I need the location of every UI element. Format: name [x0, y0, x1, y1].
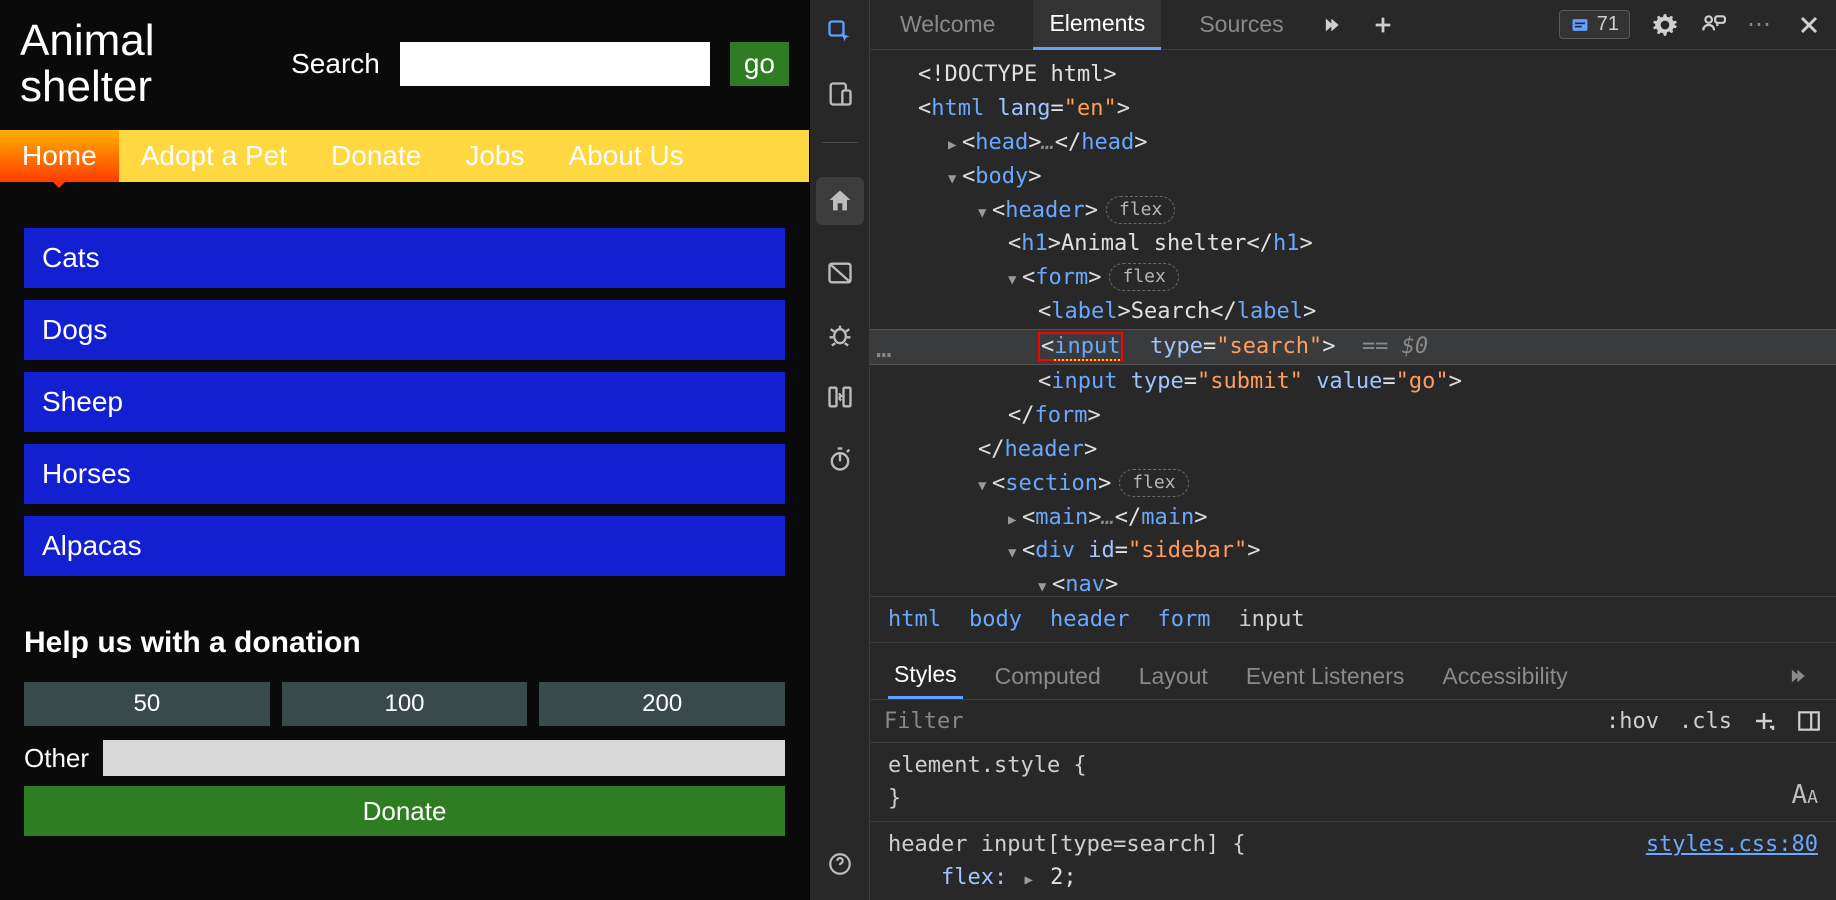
rule-source-link[interactable]: styles.css:80: [1646, 828, 1818, 861]
tab-sources[interactable]: Sources: [1183, 1, 1299, 48]
dom-line[interactable]: <h1>Animal shelter</h1>: [870, 227, 1836, 261]
swap-icon[interactable]: [826, 383, 854, 411]
donate-other-input[interactable]: [103, 740, 785, 776]
devtools-sidebar: [810, 0, 870, 900]
styles-filter-row: :hov .cls: [870, 699, 1836, 742]
devtools: Welcome Elements Sources 71 ⋯: [809, 0, 1836, 900]
breadcrumb-form[interactable]: form: [1157, 607, 1210, 632]
dom-line[interactable]: </form>: [870, 399, 1836, 433]
styles-tab-styles[interactable]: Styles: [888, 653, 963, 699]
breadcrumb-html[interactable]: html: [888, 607, 941, 632]
primary-nav: HomeAdopt a PetDonateJobsAbout Us: [0, 130, 809, 182]
nav-item-about-us[interactable]: About Us: [547, 130, 706, 182]
rule-header-input[interactable]: styles.css:80 header input[type=search] …: [870, 821, 1836, 900]
donate-heading: Help us with a donation: [24, 626, 785, 660]
styles-filter-input[interactable]: [884, 709, 1586, 734]
dom-line[interactable]: <header>flex: [870, 194, 1836, 228]
bug-icon[interactable]: [826, 321, 854, 349]
animal-button-cats[interactable]: Cats: [24, 228, 785, 288]
add-tab-icon[interactable]: [1370, 12, 1396, 38]
more-tabs-icon[interactable]: [1322, 12, 1348, 38]
dom-line[interactable]: <div id="sidebar">: [870, 534, 1836, 568]
dom-line[interactable]: <section>flex: [870, 467, 1836, 501]
image-slash-icon[interactable]: [826, 259, 854, 287]
dom-line[interactable]: <!DOCTYPE html>: [870, 58, 1836, 92]
devtools-tabs: Welcome Elements Sources 71 ⋯: [870, 0, 1836, 50]
styles-tabs: Styles Computed Layout Event Listeners Acces…: [870, 642, 1836, 699]
dom-line[interactable]: <head>…</head>: [870, 126, 1836, 160]
donate-button[interactable]: Donate: [24, 786, 785, 836]
nav-item-donate[interactable]: Donate: [309, 130, 443, 182]
tab-elements[interactable]: Elements: [1033, 0, 1161, 50]
home-icon[interactable]: [816, 177, 864, 225]
issues-badge[interactable]: 71: [1559, 10, 1630, 39]
search-input[interactable]: [400, 42, 710, 86]
nav-item-adopt-a-pet[interactable]: Adopt a Pet: [119, 130, 309, 182]
dom-line[interactable]: <nav>: [870, 568, 1836, 596]
close-devtools-icon[interactable]: [1796, 12, 1822, 38]
dom-line[interactable]: <html lang="en">: [870, 92, 1836, 126]
rule-element-style[interactable]: element.style { } AA: [870, 742, 1836, 821]
donate-amount-50[interactable]: 50: [24, 682, 270, 726]
font-size-icon[interactable]: AA: [1792, 776, 1819, 815]
donate-amount-100[interactable]: 100: [282, 682, 528, 726]
dom-line[interactable]: <body>: [870, 160, 1836, 194]
more-options-icon[interactable]: ⋯: [1748, 12, 1774, 38]
breadcrumb-header[interactable]: header: [1050, 607, 1129, 632]
nav-item-jobs[interactable]: Jobs: [443, 130, 546, 182]
page-content: Cats Dogs Sheep Horses Alpacas Help us with …: [0, 182, 809, 836]
computed-sidebar-icon[interactable]: [1796, 708, 1822, 734]
help-icon[interactable]: [826, 850, 854, 878]
dom-line[interactable]: </header>: [870, 433, 1836, 467]
inspect-icon[interactable]: [826, 18, 854, 46]
styles-tab-accessibility[interactable]: Accessibility: [1436, 655, 1573, 698]
animal-button-alpacas[interactable]: Alpacas: [24, 516, 785, 576]
rendered-page: Animal shelter Search go HomeAdopt a Pet…: [0, 0, 809, 900]
dom-line[interactable]: <input type="submit" value="go">: [870, 365, 1836, 399]
issues-count: 71: [1597, 13, 1619, 36]
devtools-main: Welcome Elements Sources 71 ⋯: [870, 0, 1836, 900]
dom-tree[interactable]: <!DOCTYPE html> <html lang="en"> <head>……: [870, 50, 1836, 596]
search-form: Search go: [291, 42, 789, 86]
animal-button-dogs[interactable]: Dogs: [24, 300, 785, 360]
feedback-icon[interactable]: [1700, 12, 1726, 38]
dom-line[interactable]: <form>flex: [870, 261, 1836, 295]
breadcrumb-input[interactable]: input: [1238, 607, 1304, 632]
page-title: Animal shelter: [20, 18, 267, 110]
dom-line[interactable]: <label>Search</label>: [870, 295, 1836, 329]
search-go-button[interactable]: go: [730, 42, 789, 86]
settings-icon[interactable]: [1652, 12, 1678, 38]
styles-tab-computed[interactable]: Computed: [989, 655, 1107, 698]
styles-tab-layout[interactable]: Layout: [1133, 655, 1214, 698]
breadcrumb-body[interactable]: body: [969, 607, 1022, 632]
donate-other-label: Other: [24, 743, 89, 774]
styles-tab-event-listeners[interactable]: Event Listeners: [1240, 655, 1411, 698]
page-header: Animal shelter Search go: [0, 0, 809, 118]
animal-button-horses[interactable]: Horses: [24, 444, 785, 504]
dom-line-selected[interactable]: <input type="search"> == $0: [870, 329, 1836, 365]
new-rule-icon[interactable]: [1752, 709, 1776, 733]
stopwatch-icon[interactable]: [826, 445, 854, 473]
breadcrumb: html body header form input: [870, 596, 1836, 642]
tab-welcome[interactable]: Welcome: [884, 1, 1011, 48]
animal-button-sheep[interactable]: Sheep: [24, 372, 785, 432]
donate-amount-200[interactable]: 200: [539, 682, 785, 726]
device-icon[interactable]: [826, 80, 854, 108]
donate-amounts: 50 100200: [24, 682, 785, 726]
cls-toggle[interactable]: .cls: [1679, 709, 1732, 734]
search-label: Search: [291, 48, 380, 80]
more-styles-tabs-icon[interactable]: [1784, 657, 1818, 695]
donate-other-row: Other: [24, 740, 785, 776]
dom-line[interactable]: <main>…</main>: [870, 501, 1836, 535]
nav-item-home[interactable]: Home: [0, 130, 119, 182]
hov-toggle[interactable]: :hov: [1606, 709, 1659, 734]
